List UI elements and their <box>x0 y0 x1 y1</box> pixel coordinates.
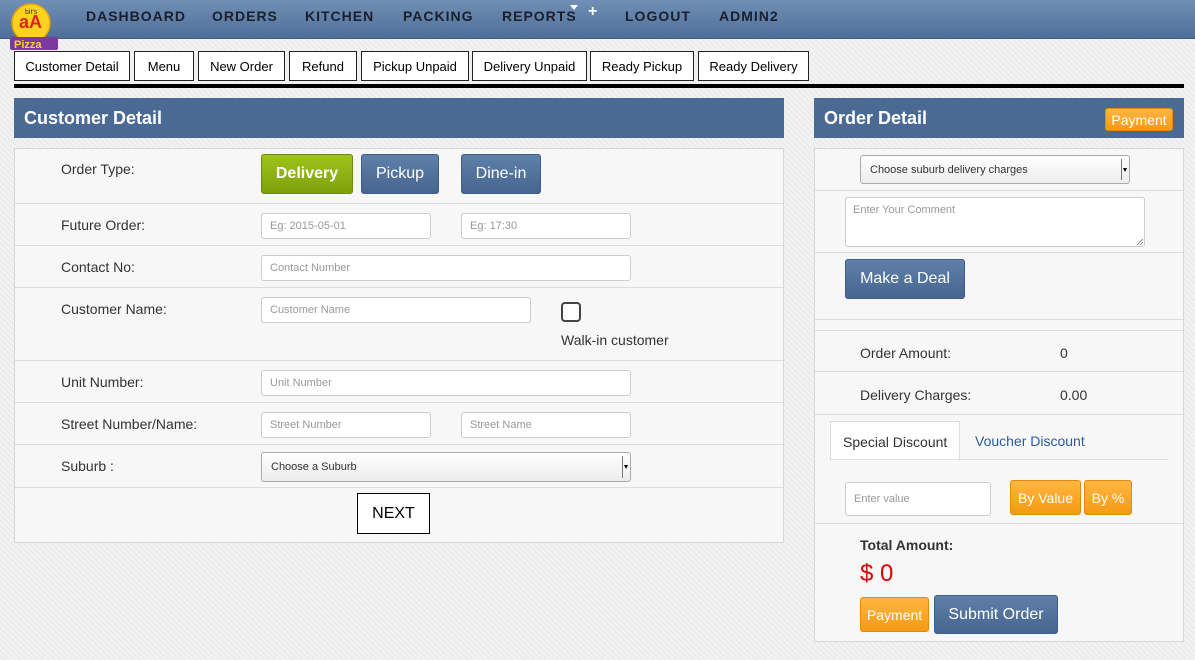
svg-text:bit's: bit's <box>25 9 38 16</box>
subtab-refund[interactable]: Refund <box>289 51 357 81</box>
customer-detail-panel: Order Type: Delivery Pickup Dine-in Futu… <box>14 148 784 543</box>
reports-caret-icon[interactable] <box>570 5 578 10</box>
delivery-button[interactable]: Delivery <box>261 154 353 194</box>
subtab-ready-delivery[interactable]: Ready Delivery <box>698 51 809 81</box>
walk-in-checkbox[interactable] <box>561 302 581 322</box>
tab-voucher-discount[interactable]: Voucher Discount <box>963 421 1097 461</box>
suburb-label: Suburb : <box>61 458 114 474</box>
suburb-select-value: Choose a Suburb <box>271 461 357 473</box>
order-type-label: Order Type: <box>61 161 135 177</box>
customer-name-label: Customer Name: <box>61 301 167 317</box>
unit-number-input[interactable] <box>261 370 631 396</box>
divider <box>815 330 1183 331</box>
contact-label: Contact No: <box>61 259 135 275</box>
subtab-ready-pickup[interactable]: Ready Pickup <box>590 51 694 81</box>
total-amount-label: Total Amount: <box>860 537 954 553</box>
top-navigation-bar: aA bit's Pizza DASHBOARD ORDERS KITCHEN … <box>0 0 1195 51</box>
divider <box>815 319 1183 320</box>
nav-reports[interactable]: REPORTS <box>502 8 577 24</box>
divider <box>15 360 783 361</box>
plus-icon[interactable]: + <box>588 3 597 21</box>
subtab-new-order[interactable]: New Order <box>198 51 285 81</box>
comment-textarea[interactable] <box>845 197 1145 247</box>
order-amount-value: 0 <box>1060 345 1068 361</box>
divider <box>815 523 1183 524</box>
dropdown-arrow-icon <box>1121 159 1127 180</box>
suburb-select[interactable]: Choose a Suburb <box>261 452 631 482</box>
dropdown-arrow-icon <box>622 456 628 478</box>
tab-special-discount[interactable]: Special Discount <box>830 421 961 461</box>
divider <box>815 190 1183 191</box>
nav-orders[interactable]: ORDERS <box>212 8 278 24</box>
order-amount-label: Order Amount: <box>860 345 952 361</box>
comment-wrapper <box>845 197 1145 247</box>
subtab-divider <box>14 84 1184 88</box>
future-date-input[interactable] <box>261 213 431 239</box>
tab-underline <box>830 459 1168 460</box>
nav-kitchen[interactable]: KITCHEN <box>305 8 374 24</box>
pizza-logo-icon[interactable]: aA bit's Pizza <box>10 2 60 52</box>
subtab-delivery-unpaid[interactable]: Delivery Unpaid <box>472 51 587 81</box>
make-a-deal-button[interactable]: Make a Deal <box>845 259 965 299</box>
pickup-button[interactable]: Pickup <box>361 154 439 194</box>
total-amount-value: $ 0 <box>860 560 894 587</box>
nav-packing[interactable]: PACKING <box>403 8 474 24</box>
resize-handle-icon[interactable] <box>1137 239 1143 245</box>
by-percent-button[interactable]: By % <box>1084 480 1132 515</box>
street-name-input[interactable] <box>461 412 631 438</box>
delivery-charges-label: Delivery Charges: <box>860 387 972 403</box>
divider <box>15 487 783 488</box>
payment-button[interactable]: Payment <box>860 597 929 632</box>
submit-order-button[interactable]: Submit Order <box>934 595 1058 634</box>
subtab-pickup-unpaid[interactable]: Pickup Unpaid <box>361 51 469 81</box>
logo-text: Pizza <box>14 39 42 51</box>
payment-header-button[interactable]: Payment <box>1105 108 1173 131</box>
unit-number-label: Unit Number: <box>61 374 144 390</box>
divider <box>15 203 783 204</box>
customer-name-input[interactable] <box>261 297 531 323</box>
subtab-menu[interactable]: Menu <box>134 51 194 81</box>
dine-in-button[interactable]: Dine-in <box>461 154 541 194</box>
contact-number-input[interactable] <box>261 255 631 281</box>
discount-value-input[interactable] <box>845 482 991 516</box>
suburb-charges-select-value: Choose suburb delivery charges <box>870 164 1028 176</box>
future-order-label: Future Order: <box>61 217 146 233</box>
suburb-delivery-charges-select[interactable]: Choose suburb delivery charges <box>860 155 1130 184</box>
nav-logout[interactable]: LOGOUT <box>625 8 691 24</box>
next-button[interactable]: NEXT <box>357 493 430 534</box>
divider <box>15 444 783 445</box>
by-value-button[interactable]: By Value <box>1010 480 1081 515</box>
order-detail-title-text: Order Detail <box>824 108 928 128</box>
divider <box>15 402 783 403</box>
nav-admin-user[interactable]: ADMIN2 <box>719 8 779 24</box>
divider <box>815 252 1183 253</box>
divider <box>15 287 783 288</box>
divider <box>815 414 1183 415</box>
street-label: Street Number/Name: <box>61 416 198 432</box>
customer-detail-title: Customer Detail <box>14 98 784 138</box>
nav-dashboard[interactable]: DASHBOARD <box>86 8 186 24</box>
divider <box>815 371 1183 372</box>
delivery-charges-value: 0.00 <box>1060 387 1088 403</box>
walk-in-label: Walk-in customer <box>561 332 669 348</box>
divider <box>15 245 783 246</box>
future-time-input[interactable] <box>461 213 631 239</box>
street-number-input[interactable] <box>261 412 431 438</box>
order-detail-panel: Choose suburb delivery charges Make a De… <box>814 148 1184 642</box>
subtab-customer-detail[interactable]: Customer Detail <box>14 51 130 81</box>
